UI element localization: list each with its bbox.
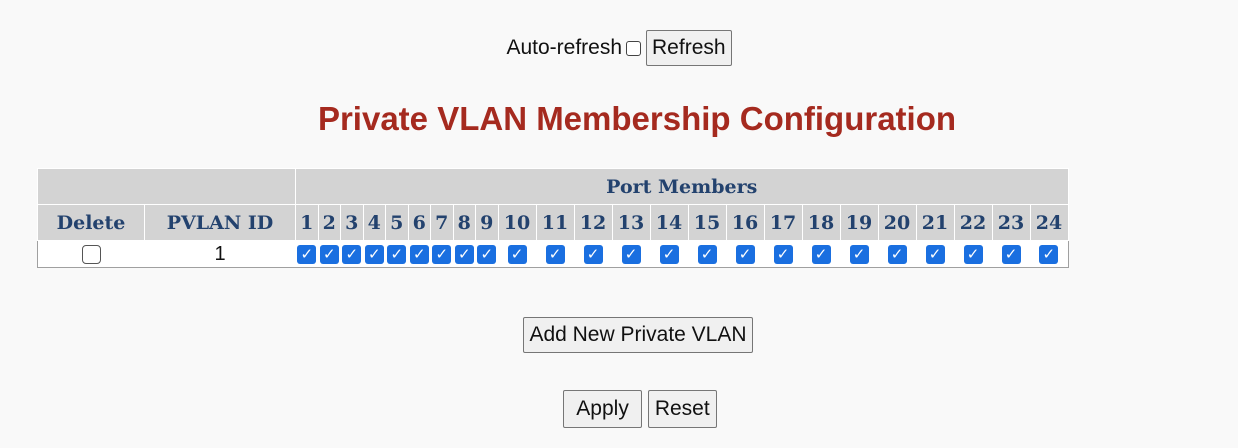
- port-10-member-checkbox[interactable]: ✓: [507, 244, 527, 264]
- port-member-cell: ✓: [295, 240, 318, 268]
- port-header-1: 1: [295, 204, 319, 241]
- refresh-button[interactable]: Refresh: [646, 30, 732, 66]
- pvlan-id-cell: 1: [144, 240, 296, 268]
- port-member-cell: ✓: [916, 240, 954, 268]
- auto-refresh-label: Auto-refresh: [506, 36, 623, 59]
- delete-header: Delete: [37, 204, 145, 241]
- port-member-cell: ✓: [878, 240, 916, 268]
- add-wrap: Add New Private VLAN: [0, 317, 1238, 353]
- port-member-cell: ✓: [650, 240, 688, 268]
- port-19-member-checkbox[interactable]: ✓: [849, 244, 869, 264]
- port-member-cell: ✓: [453, 240, 476, 268]
- port-20-member-checkbox[interactable]: ✓: [887, 244, 907, 264]
- port-member-cell: ✓: [764, 240, 802, 268]
- port-member-cell: ✓: [536, 240, 574, 268]
- port-header-8: 8: [452, 204, 476, 241]
- port-18-member-checkbox[interactable]: ✓: [811, 244, 831, 264]
- port-17-member-checkbox[interactable]: ✓: [773, 244, 793, 264]
- port-9-member-checkbox[interactable]: ✓: [477, 244, 497, 264]
- port-5-member-checkbox[interactable]: ✓: [387, 244, 407, 264]
- port-23-member-checkbox[interactable]: ✓: [1001, 244, 1021, 264]
- port-header-17: 17: [763, 204, 803, 241]
- port-header-11: 11: [535, 204, 575, 241]
- port-header-9: 9: [475, 204, 499, 241]
- add-new-private-vlan-button[interactable]: Add New Private VLAN: [523, 317, 753, 353]
- table-row: 1 ✓ ✓ ✓ ✓ ✓ ✓ ✓ ✓ ✓ ✓ ✓ ✓ ✓ ✓ ✓ ✓ ✓ ✓ ✓ ✓ ✓ ✓ ✓ ✓: [37, 240, 1068, 268]
- port-header-13: 13: [611, 204, 651, 241]
- reset-button[interactable]: Reset: [647, 390, 717, 428]
- port-14-member-checkbox[interactable]: ✓: [659, 244, 679, 264]
- port-member-cell: ✓: [408, 240, 431, 268]
- port-header-23: 23: [991, 204, 1031, 241]
- port-8-member-checkbox[interactable]: ✓: [454, 244, 474, 264]
- port-header-18: 18: [801, 204, 841, 241]
- port-member-cell: ✓: [840, 240, 878, 268]
- delete-cell: [37, 240, 145, 268]
- port-12-member-checkbox[interactable]: ✓: [583, 244, 603, 264]
- port-11-member-checkbox[interactable]: ✓: [545, 244, 565, 264]
- port-header-10: 10: [497, 204, 537, 241]
- port-member-cell: ✓: [802, 240, 840, 268]
- port-header-20: 20: [877, 204, 917, 241]
- port-header-3: 3: [340, 204, 364, 241]
- port-header-14: 14: [649, 204, 689, 241]
- port-header-12: 12: [573, 204, 613, 241]
- port-24-member-checkbox[interactable]: ✓: [1039, 244, 1059, 264]
- port-member-cell: ✓: [498, 240, 536, 268]
- port-member-cell: ✓: [688, 240, 726, 268]
- port-6-member-checkbox[interactable]: ✓: [409, 244, 429, 264]
- port-member-cell: ✓: [992, 240, 1030, 268]
- pvlan-id-header: PVLAN ID: [144, 204, 296, 241]
- port-member-cell: ✓: [954, 240, 992, 268]
- port-header-7: 7: [430, 204, 454, 241]
- page-title: Private VLAN Membership Configuration: [317, 100, 957, 137]
- port-header-4: 4: [362, 204, 386, 241]
- pvlan-membership-table: Port Members Delete PVLAN ID 1 2 3 4 5 6 7 8 9 10…: [37, 168, 1069, 268]
- port-7-member-checkbox[interactable]: ✓: [432, 244, 452, 264]
- port-22-member-checkbox[interactable]: ✓: [963, 244, 983, 264]
- refresh-bar: Auto-refresh Refresh: [0, 30, 1238, 66]
- port-member-cell: ✓: [612, 240, 650, 268]
- port-13-member-checkbox[interactable]: ✓: [621, 244, 641, 264]
- port-header-2: 2: [317, 204, 341, 241]
- port-15-member-checkbox[interactable]: ✓: [697, 244, 717, 264]
- blank-header-cell: [37, 168, 296, 205]
- port-header-22: 22: [953, 204, 993, 241]
- port-header-16: 16: [725, 204, 765, 241]
- port-member-cell: ✓: [340, 240, 363, 268]
- port-21-member-checkbox[interactable]: ✓: [925, 244, 945, 264]
- port-1-member-checkbox[interactable]: ✓: [297, 244, 317, 264]
- port-member-cell: ✓: [430, 240, 453, 268]
- port-member-cell: ✓: [385, 240, 408, 268]
- form-actions: Apply Reset: [0, 390, 1238, 428]
- port-member-cell: ✓: [574, 240, 612, 268]
- port-header-21: 21: [915, 204, 955, 241]
- port-member-cell: ✓: [475, 240, 498, 268]
- apply-button[interactable]: Apply: [563, 390, 642, 428]
- port-4-member-checkbox[interactable]: ✓: [364, 244, 384, 264]
- port-header-24: 24: [1029, 204, 1069, 241]
- port-members-header: Port Members: [295, 168, 1069, 205]
- port-16-member-checkbox[interactable]: ✓: [735, 244, 755, 264]
- port-member-cell: ✓: [318, 240, 341, 268]
- port-3-member-checkbox[interactable]: ✓: [342, 244, 362, 264]
- port-header-19: 19: [839, 204, 879, 241]
- auto-refresh-checkbox[interactable]: [626, 40, 642, 56]
- port-member-cell: ✓: [363, 240, 386, 268]
- port-header-6: 6: [407, 204, 431, 241]
- port-header-5: 5: [385, 204, 409, 241]
- delete-checkbox[interactable]: [81, 244, 101, 264]
- port-header-15: 15: [687, 204, 727, 241]
- port-member-cell: ✓: [1030, 240, 1068, 268]
- port-2-member-checkbox[interactable]: ✓: [319, 244, 339, 264]
- port-member-cell: ✓: [726, 240, 764, 268]
